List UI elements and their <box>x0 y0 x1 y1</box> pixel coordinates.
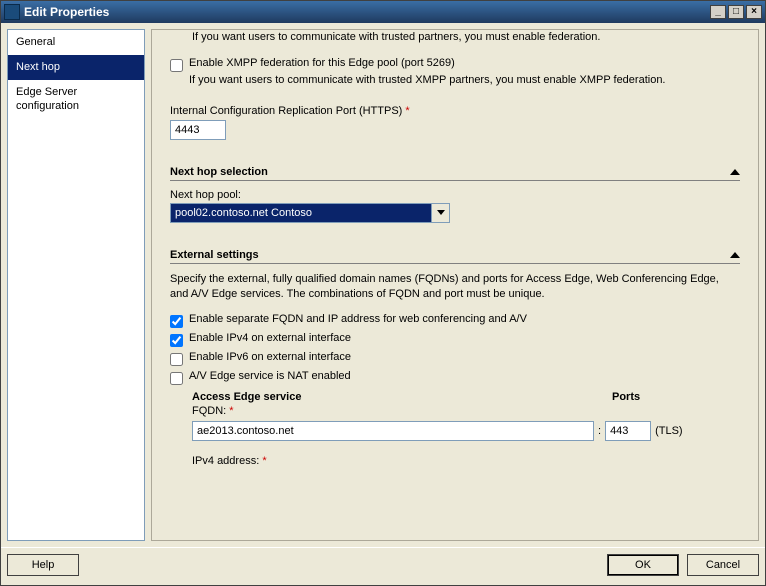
ipv4-external-label: Enable IPv4 on external interface <box>189 332 351 344</box>
section-external-title: External settings <box>170 249 259 261</box>
xmpp-federation-label: Enable XMPP federation for this Edge poo… <box>189 57 666 69</box>
tls-label: (TLS) <box>655 425 683 437</box>
help-button[interactable]: Help <box>7 554 79 576</box>
nat-enabled-checkbox[interactable] <box>170 372 183 385</box>
app-icon <box>4 4 20 20</box>
sidebar-item-next-hop[interactable]: Next hop <box>8 55 144 80</box>
maximize-button[interactable]: □ <box>728 5 744 19</box>
next-hop-pool-dropdown[interactable]: pool02.contoso.net Contoso <box>170 203 450 223</box>
colon-separator: : <box>598 425 601 437</box>
external-settings-desc: Specify the external, fully qualified do… <box>170 272 740 303</box>
fqdn-label: FQDN: <box>192 405 226 417</box>
internal-port-input[interactable] <box>170 120 226 140</box>
xmpp-federation-checkbox[interactable] <box>170 59 183 72</box>
section-next-hop[interactable]: Next hop selection <box>170 166 740 181</box>
xmpp-federation-hint: If you want users to communicate with tr… <box>189 73 666 88</box>
access-edge-port-input[interactable] <box>605 421 651 441</box>
ipv4-external-checkbox[interactable] <box>170 334 183 347</box>
collapse-icon <box>730 169 740 175</box>
ports-header: Ports <box>612 391 640 403</box>
window-title: Edit Properties <box>24 5 109 19</box>
chevron-down-icon <box>437 210 445 215</box>
ipv4-address-label: IPv4 address: <box>192 455 259 467</box>
main-panel: If you want users to communicate with tr… <box>151 29 759 541</box>
close-button[interactable]: × <box>746 5 762 19</box>
required-indicator: * <box>229 405 233 417</box>
ipv6-external-checkbox[interactable] <box>170 353 183 366</box>
minimize-button[interactable]: _ <box>710 5 726 19</box>
separate-fqdn-checkbox[interactable] <box>170 315 183 328</box>
next-hop-pool-value: pool02.contoso.net Contoso <box>170 203 432 223</box>
next-hop-pool-label: Next hop pool: <box>170 189 740 201</box>
ipv6-external-label: Enable IPv6 on external interface <box>189 351 351 363</box>
nat-enabled-label: A/V Edge service is NAT enabled <box>189 370 351 382</box>
sidebar-item-general[interactable]: General <box>8 30 144 55</box>
sidebar-item-edge-server-config[interactable]: Edge Server configuration <box>8 80 144 118</box>
dialog-footer: Help OK Cancel <box>1 547 765 581</box>
access-edge-fqdn-input[interactable] <box>192 421 594 441</box>
required-indicator: * <box>262 455 266 467</box>
sidebar: General Next hop Edge Server configurati… <box>7 29 145 541</box>
titlebar: Edit Properties _ □ × <box>1 1 765 23</box>
separate-fqdn-label: Enable separate FQDN and IP address for … <box>189 313 527 325</box>
dropdown-button[interactable] <box>432 203 450 223</box>
required-indicator: * <box>405 105 409 117</box>
section-external-settings[interactable]: External settings <box>170 249 740 264</box>
collapse-icon <box>730 252 740 258</box>
internal-port-label: Internal Configuration Replication Port … <box>170 105 402 117</box>
ok-button[interactable]: OK <box>607 554 679 576</box>
federation-hint: If you want users to communicate with tr… <box>192 30 740 45</box>
access-edge-header: Access Edge service <box>192 391 612 403</box>
section-next-hop-title: Next hop selection <box>170 166 268 178</box>
cancel-button[interactable]: Cancel <box>687 554 759 576</box>
